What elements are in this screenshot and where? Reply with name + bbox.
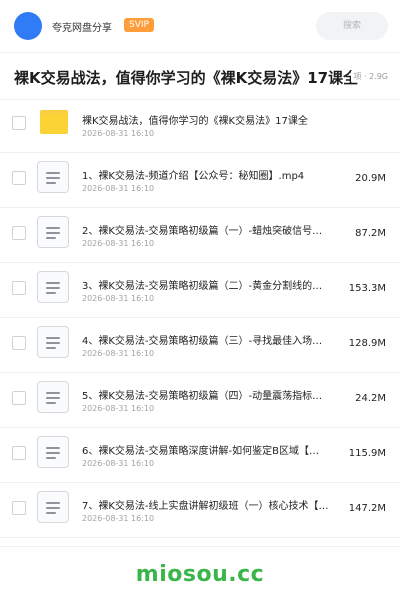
item-size: 24.2M	[355, 393, 386, 404]
file-row[interactable]: 6、裸K交易法-交易策略深度讲解-如何鉴定B区域【… 2026-08-31 16:…	[0, 428, 400, 483]
item-size: 153.3M	[348, 283, 386, 294]
item-name: 5、裸K交易法-交易策略初级篇（四）-动量震荡指标…	[82, 391, 323, 402]
item-name: 1、裸K交易法-频道介绍【公众号：秘知圈】.mp4	[82, 171, 305, 182]
file-icon	[37, 271, 69, 303]
file-row[interactable]: 4、裸K交易法-交易策略初级篇（三）-寻找最佳入场… 2026-08-31 16:…	[0, 318, 400, 373]
watermark: miosou.cc	[135, 562, 265, 587]
folder-row[interactable]: 裸K交易战法，值得你学习的《裸K交易法》17课全 2026-08-31 16:10	[0, 98, 400, 153]
file-row[interactable]: 1、裸K交易法-频道介绍【公众号：秘知圈】.mp4 2026-08-31 16:1…	[0, 153, 400, 208]
item-name: 2、裸K交易法-交易策略初级篇（一）-蜡烛突破信号…	[82, 226, 323, 237]
item-date: 2026-08-31 16:10	[82, 514, 155, 523]
row-checkbox[interactable]	[12, 116, 26, 130]
row-checkbox[interactable]	[12, 226, 26, 240]
header: 夸克网盘分享 SVIP 搜索	[0, 0, 400, 52]
item-date: 2026-08-31 16:10	[82, 184, 155, 193]
file-icon	[37, 436, 69, 468]
app-name: 夸克网盘分享	[52, 23, 112, 34]
file-row[interactable]: 2、裸K交易法-交易策略初级篇（一）-蜡烛突破信号… 2026-08-31 16:…	[0, 208, 400, 263]
item-name: 7、裸K交易法-线上实盘讲解初级班（一）核心技术【…	[82, 501, 329, 512]
svip-badge: SVIP	[124, 18, 154, 32]
row-checkbox[interactable]	[12, 171, 26, 185]
item-name: 6、裸K交易法-交易策略深度讲解-如何鉴定B区域【…	[82, 446, 319, 457]
file-icon	[37, 491, 69, 523]
row-checkbox[interactable]	[12, 281, 26, 295]
file-icon	[37, 326, 69, 358]
share-title-row: 裸K交易战法，值得你学习的《裸K交易法》17课全 项 · 2.9G	[0, 52, 400, 100]
item-date: 2026-08-31 16:10	[82, 459, 155, 468]
item-name: 3、裸K交易法-交易策略初级篇（二）-黄金分割线的…	[82, 281, 323, 292]
share-meta: 项 · 2.9G	[351, 71, 388, 82]
file-row[interactable]: 3、裸K交易法-交易策略初级篇（二）-黄金分割线的… 2026-08-31 16:…	[0, 263, 400, 318]
file-row[interactable]: 5、裸K交易法-交易策略初级篇（四）-动量震荡指标… 2026-08-31 16:…	[0, 373, 400, 428]
avatar[interactable]	[14, 12, 42, 40]
item-size: 128.9M	[348, 338, 386, 349]
item-size: 147.2M	[348, 503, 386, 514]
file-row[interactable]: 7、裸K交易法-线上实盘讲解初级班（一）核心技术【… 2026-08-31 16:…	[0, 483, 400, 538]
item-name: 4、裸K交易法-交易策略初级篇（三）-寻找最佳入场…	[82, 336, 323, 347]
item-size: 115.9M	[348, 448, 386, 459]
row-checkbox[interactable]	[12, 336, 26, 350]
file-list: 裸K交易战法，值得你学习的《裸K交易法》17课全 2026-08-31 16:10…	[0, 98, 400, 538]
file-icon	[37, 161, 69, 193]
row-checkbox[interactable]	[12, 501, 26, 515]
item-date: 2026-08-31 16:10	[82, 294, 155, 303]
item-size: 87.2M	[355, 228, 386, 239]
search-input[interactable]: 搜索	[316, 12, 388, 40]
item-size: 20.9M	[355, 173, 386, 184]
row-checkbox[interactable]	[12, 446, 26, 460]
page-title: 裸K交易战法，值得你学习的《裸K交易法》17课全	[14, 69, 359, 87]
item-date: 2026-08-31 16:10	[82, 349, 155, 358]
file-icon	[37, 216, 69, 248]
item-date: 2026-08-31 16:10	[82, 129, 155, 138]
file-icon	[37, 381, 69, 413]
item-date: 2026-08-31 16:10	[82, 239, 155, 248]
divider	[0, 546, 400, 547]
row-checkbox[interactable]	[12, 391, 26, 405]
item-name: 裸K交易战法，值得你学习的《裸K交易法》17课全	[82, 116, 308, 127]
folder-icon	[40, 110, 68, 134]
item-date: 2026-08-31 16:10	[82, 404, 155, 413]
